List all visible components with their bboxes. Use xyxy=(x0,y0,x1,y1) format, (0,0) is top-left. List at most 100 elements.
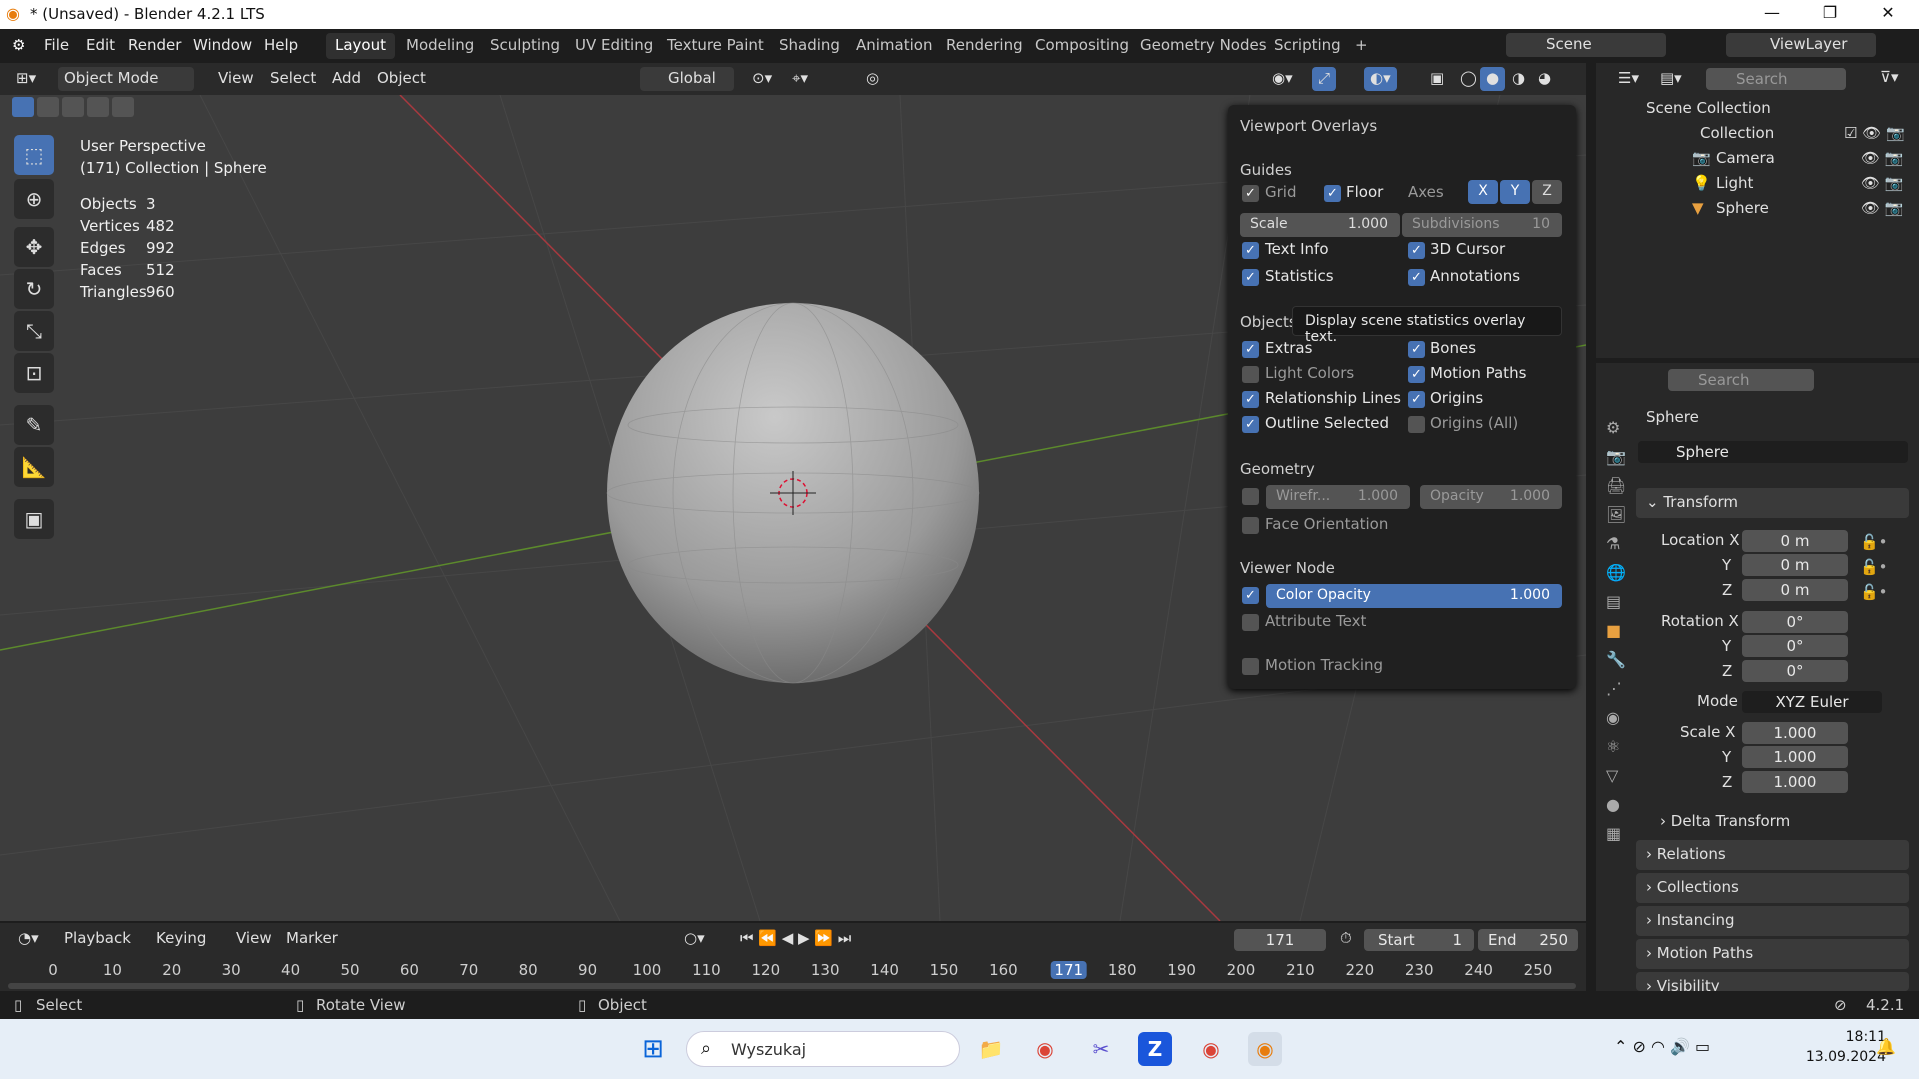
taskbar-search-box[interactable]: ⌕ Wyszukaj xyxy=(686,1031,960,1067)
scale-x-field[interactable]: 1.000 xyxy=(1742,722,1848,744)
end-frame-field[interactable]: End 250 xyxy=(1478,929,1578,951)
wireframe-threshold-field[interactable]: Wirefr... 1.000 xyxy=(1266,485,1410,509)
wireframe-opacity-field[interactable]: Opacity 1.000 xyxy=(1420,485,1562,509)
rotation-x-field[interactable]: 0° xyxy=(1742,611,1848,633)
location-y-field[interactable]: 0 m xyxy=(1742,554,1848,576)
keying-menu[interactable]: Keying xyxy=(150,927,212,951)
light-colors-checkbox[interactable] xyxy=(1242,366,1259,383)
editor-type-icon[interactable]: ⊞▾ xyxy=(10,67,42,91)
relations-panel-header[interactable]: › Relations xyxy=(1636,840,1909,870)
select-new-icon[interactable] xyxy=(12,97,34,117)
playback-controls[interactable]: ⏮ ⏪ ◀ ▶ ⏩ ⏭ xyxy=(734,927,857,951)
filter-icon[interactable]: ⊽▾ xyxy=(1880,68,1899,86)
rotation-z-field[interactable]: 0° xyxy=(1742,660,1848,682)
menu-render[interactable]: Render xyxy=(128,36,181,54)
select-intersect-icon[interactable] xyxy=(112,97,134,117)
menu-object[interactable]: Object xyxy=(371,67,432,91)
transform-panel-header[interactable]: ⌄ Transform xyxy=(1636,488,1909,518)
minimize-button[interactable]: — xyxy=(1752,3,1792,22)
rotation-y-field[interactable]: 0° xyxy=(1742,635,1848,657)
color-opacity-field[interactable]: Color Opacity 1.000 xyxy=(1266,584,1562,608)
current-frame-field[interactable]: 171 xyxy=(1234,929,1326,951)
snap-icon[interactable]: ⌖▾ xyxy=(786,67,814,91)
rotation-mode-dropdown[interactable]: XYZ Euler xyxy=(1742,691,1882,713)
motion-tracking-checkbox[interactable] xyxy=(1242,658,1259,675)
scene-collection-label[interactable]: Scene Collection xyxy=(1646,99,1771,117)
menu-add[interactable]: Add xyxy=(326,67,367,91)
grid-checkbox[interactable]: ✓ xyxy=(1242,185,1259,202)
menu-edit[interactable]: Edit xyxy=(86,36,115,54)
wireframe-checkbox[interactable] xyxy=(1242,488,1259,505)
tab-layout[interactable]: Layout xyxy=(326,33,395,59)
tab-animation[interactable]: Animation xyxy=(847,33,941,59)
origins-checkbox[interactable]: ✓ xyxy=(1408,391,1425,408)
tab-texture-paint[interactable]: Texture Paint xyxy=(658,33,773,59)
axis-z-toggle[interactable]: Z xyxy=(1532,180,1562,204)
camera-visibility-icon[interactable]: 👁 📷 xyxy=(1861,149,1904,167)
snipping-tool-icon[interactable]: ✂ xyxy=(1084,1032,1118,1066)
location-z-field[interactable]: 0 m xyxy=(1742,579,1848,601)
transform-orientation-dropdown[interactable]: Global xyxy=(640,67,734,91)
origins-all-checkbox[interactable] xyxy=(1408,416,1425,433)
scale-z-field[interactable]: 1.000 xyxy=(1742,771,1848,793)
axis-x-toggle[interactable]: X xyxy=(1468,180,1498,204)
motion-paths-panel-header[interactable]: › Motion Paths xyxy=(1636,939,1909,969)
visibility-panel-header[interactable]: › Visibility xyxy=(1636,972,1909,991)
instancing-panel-header[interactable]: › Instancing xyxy=(1636,906,1909,936)
text-info-checkbox[interactable]: ✓ xyxy=(1242,242,1259,259)
display-mode-icon[interactable]: ▤▾ xyxy=(1660,69,1682,87)
move-tool-icon[interactable]: ✥ xyxy=(14,227,54,267)
menu-window[interactable]: Window xyxy=(193,36,252,54)
add-workspace-button[interactable]: + xyxy=(1346,33,1377,59)
material-shading-icon[interactable]: ◑ xyxy=(1506,67,1531,91)
axis-y-toggle[interactable]: Y xyxy=(1500,180,1530,204)
location-x-field[interactable]: 0 m xyxy=(1742,530,1848,552)
solid-shading-icon[interactable]: ● xyxy=(1480,67,1506,91)
close-button[interactable]: ✕ xyxy=(1868,3,1908,22)
cursor-tool-icon[interactable]: ⊕ xyxy=(14,179,54,219)
annotate-tool-icon[interactable]: ✎ xyxy=(14,405,54,445)
outliner-item-sphere[interactable]: Sphere xyxy=(1716,199,1769,217)
scene-selector[interactable]: Scene xyxy=(1506,33,1666,57)
sphere-visibility-icon[interactable]: 👁 📷 xyxy=(1861,199,1904,217)
maximize-button[interactable]: ❐ xyxy=(1810,3,1850,22)
select-subtract-icon[interactable] xyxy=(62,97,84,117)
view-layer-selector[interactable]: ViewLayer xyxy=(1726,33,1876,57)
notification-bell-icon[interactable]: 🔔 xyxy=(1876,1037,1896,1056)
marker-menu[interactable]: Marker xyxy=(280,927,344,951)
xray-icon[interactable]: ▣ xyxy=(1424,67,1450,91)
rendered-shading-icon[interactable]: ◕ xyxy=(1532,67,1557,91)
extras-checkbox[interactable]: ✓ xyxy=(1242,341,1259,358)
add-cube-tool-icon[interactable]: ▣ xyxy=(14,499,54,539)
attribute-text-checkbox[interactable] xyxy=(1242,614,1259,631)
outliner-item-camera[interactable]: Camera xyxy=(1716,149,1775,167)
timeline-scrollbar[interactable] xyxy=(8,983,1576,989)
menu-view[interactable]: View xyxy=(212,67,260,91)
outline-selected-checkbox[interactable]: ✓ xyxy=(1242,416,1259,433)
windows-start-icon[interactable]: ⊞ xyxy=(636,1032,670,1066)
light-visibility-icon[interactable]: 👁 📷 xyxy=(1861,174,1904,192)
transform-tool-icon[interactable]: ⊡ xyxy=(14,353,54,393)
menu-file[interactable]: File xyxy=(44,36,69,54)
gizmo-icon[interactable]: ⤢ xyxy=(1312,67,1337,91)
rotate-tool-icon[interactable]: ↻ xyxy=(14,269,54,309)
blender-menu-icon[interactable]: ⚙ xyxy=(12,36,25,54)
chrome-icon[interactable]: ◉ xyxy=(1028,1032,1062,1066)
properties-search-input[interactable]: Search xyxy=(1668,369,1814,391)
floor-checkbox[interactable]: ✓ xyxy=(1324,185,1341,202)
grid-scale-field[interactable]: Scale 1.000 xyxy=(1240,213,1400,237)
mode-dropdown[interactable]: Object Mode xyxy=(58,67,194,91)
outliner-editor-icon[interactable]: ☰▾ xyxy=(1618,69,1639,87)
visibility-icon[interactable]: ◉▾ xyxy=(1266,67,1299,91)
tray-icons[interactable]: ⌃ ⊘ ◠ 🔊 ▭ xyxy=(1614,1037,1710,1056)
face-orientation-checkbox[interactable] xyxy=(1242,517,1259,534)
playback-menu[interactable]: Playback xyxy=(58,927,137,951)
scale-tool-icon[interactable]: ⤡ xyxy=(14,311,54,351)
measure-tool-icon[interactable]: 📐 xyxy=(14,447,54,487)
timer-icon[interactable]: ⏱ xyxy=(1334,927,1358,951)
relationship-lines-checkbox[interactable]: ✓ xyxy=(1242,391,1259,408)
tab-scripting[interactable]: Scripting xyxy=(1265,33,1350,59)
select-invert-icon[interactable] xyxy=(87,97,109,117)
z-app-icon[interactable]: Z xyxy=(1138,1032,1172,1066)
collection-label[interactable]: Collection xyxy=(1700,124,1774,142)
